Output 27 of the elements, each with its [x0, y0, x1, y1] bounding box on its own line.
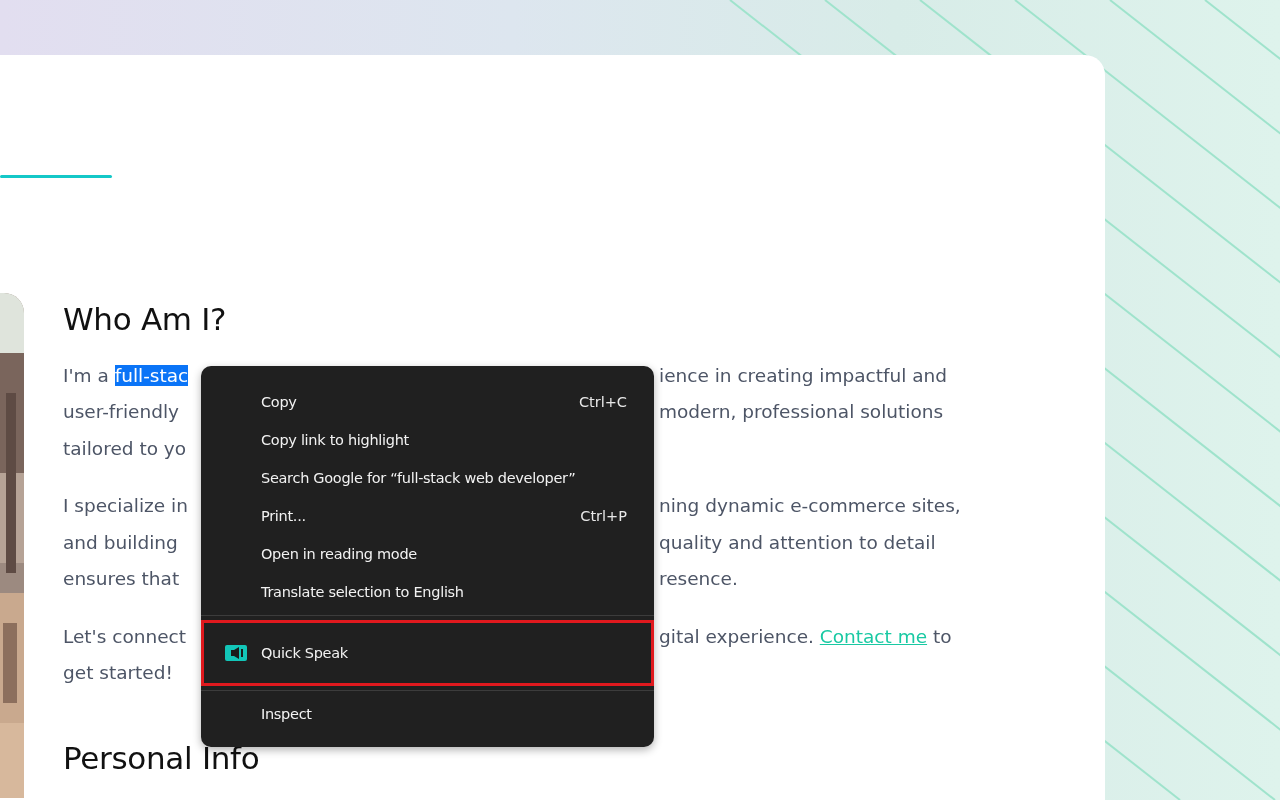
paragraph-text: modern, professional solutions — [659, 401, 944, 423]
menu-item[interactable]: Translate selection to English — [201, 573, 654, 611]
paragraph-text: and building — [63, 531, 178, 553]
menu-item[interactable]: Copy Ctrl+C — [201, 383, 654, 421]
menu-item[interactable]: Search Google for “full-stack web developer” — [201, 459, 654, 497]
menu-item[interactable]: Open in reading mode — [201, 535, 654, 573]
paragraph-text: gital experience. — [659, 625, 815, 647]
paragraph-text: get started! — [63, 662, 173, 684]
paragraph-text: to — [931, 625, 952, 647]
selected-text: full-stac — [114, 364, 189, 386]
paragraph-text: resence. — [659, 568, 738, 590]
paragraph-text: Let's connect — [63, 625, 186, 647]
paragraph-text: tailored to yo — [63, 437, 187, 459]
paragraph-text: ning dynamic e-commerce sites, — [659, 495, 961, 517]
speaker-icon — [225, 645, 247, 661]
menu-item[interactable]: Copy link to highlight — [201, 421, 654, 459]
paragraph-text: ensures that — [63, 568, 180, 590]
menu-item[interactable]: Print... Ctrl+P — [201, 497, 654, 535]
paragraph-text: quality and attention to detail — [659, 531, 936, 553]
section-heading: Personal Info — [63, 739, 261, 777]
menu-item[interactable]: Inspect — [201, 695, 654, 733]
paragraph-text: user-friendly — [63, 401, 180, 423]
paragraph-text: I'm a — [63, 364, 110, 386]
paragraph-text: ience in creating impactful and — [659, 364, 947, 386]
menu-item[interactable]: Quick Speak — [201, 620, 654, 686]
section-heading: Who Am I? — [63, 300, 228, 339]
paragraph-text: I specialize in — [63, 495, 188, 517]
